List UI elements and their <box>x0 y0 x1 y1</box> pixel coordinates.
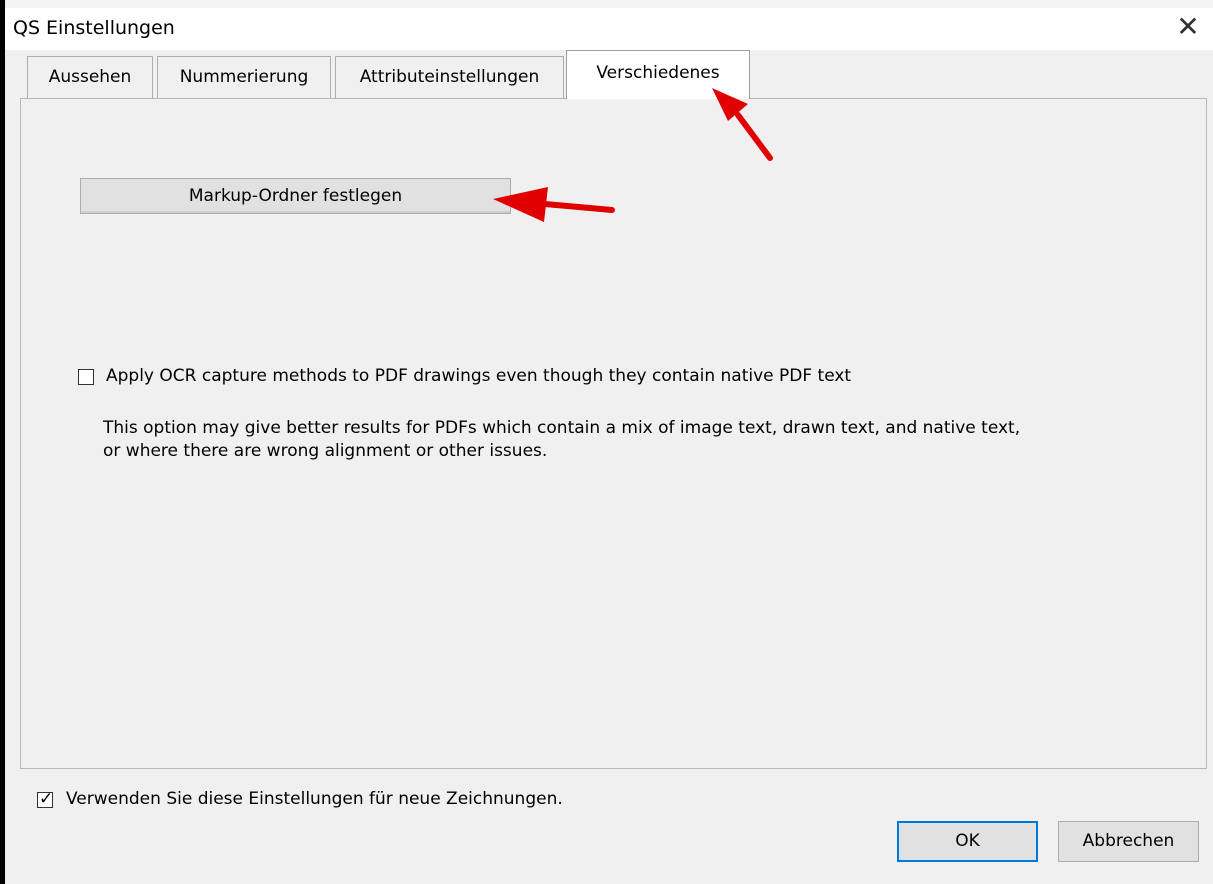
checkmark-icon: ✓ <box>39 789 54 809</box>
tab-aussehen[interactable]: Aussehen <box>27 56 153 98</box>
cancel-button[interactable]: Abbrechen <box>1058 821 1199 862</box>
markup-folder-button[interactable]: Markup-Ordner festlegen <box>80 178 511 214</box>
ocr-description-line-2: or where there are wrong alignment or ot… <box>103 441 548 461</box>
use-for-new-drawings-checkbox[interactable]: ✓ <box>37 789 53 809</box>
tab-nummerierung[interactable]: Nummerierung <box>157 56 331 98</box>
tab-attributeinstellungen[interactable]: Attributeinstellungen <box>335 56 564 98</box>
ocr-description-line-1: This option may give better results for … <box>103 418 1021 438</box>
ok-button[interactable]: OK <box>897 821 1038 862</box>
title-bar: QS Einstellungen ✕ <box>5 8 1213 50</box>
use-for-new-drawings-label: Verwenden Sie diese Einstellungen für ne… <box>66 789 563 809</box>
tab-verschiedenes[interactable]: Verschiedenes <box>566 50 750 99</box>
ocr-option-checkbox[interactable] <box>78 369 94 385</box>
top-strip <box>5 0 1213 8</box>
ocr-option-description: This option may give better results for … <box>103 417 1153 463</box>
ocr-option-label: Apply OCR capture methods to PDF drawing… <box>106 366 852 386</box>
close-icon[interactable]: ✕ <box>1173 12 1203 42</box>
window-title: QS Einstellungen <box>13 17 175 39</box>
